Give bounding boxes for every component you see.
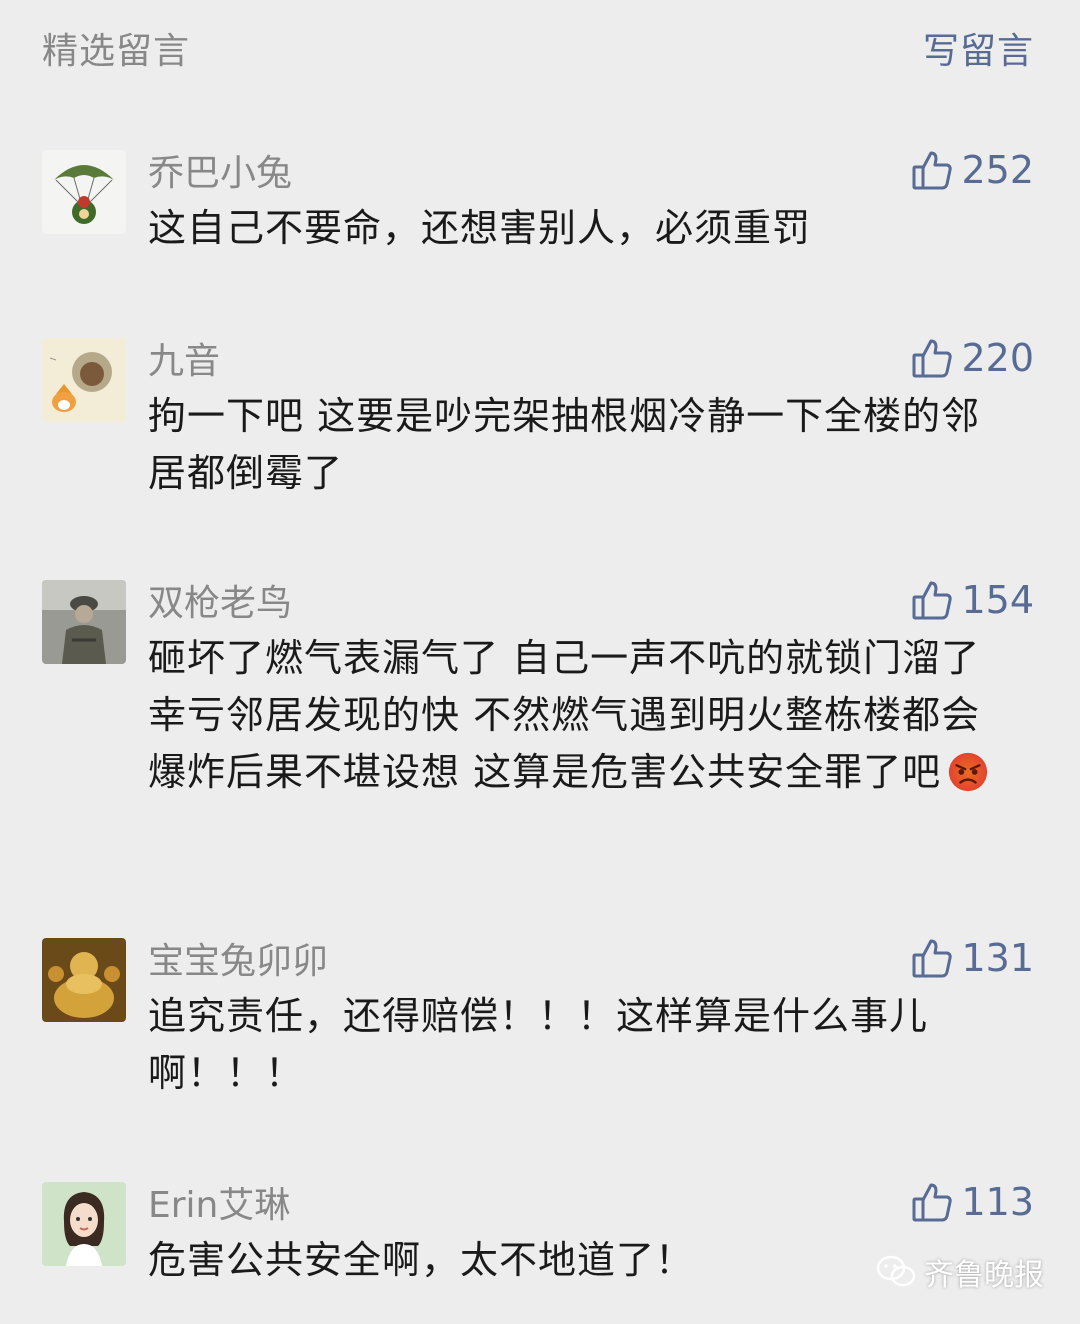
thumbs-up-icon xyxy=(912,339,953,378)
like-button[interactable]: 252 xyxy=(911,146,1034,194)
comments-header: 精选留言 写留言 xyxy=(0,0,1080,92)
commenter-name[interactable]: 九音 xyxy=(148,332,220,384)
watermark-text: 齐鲁晚报 xyxy=(924,1258,1044,1293)
write-comment-button[interactable]: 写留言 xyxy=(923,22,1034,74)
like-count: 154 xyxy=(961,578,1034,622)
comment-text: 这自己不要命，还想害别人，必须重罚 xyxy=(148,206,812,250)
thumbs-up-icon xyxy=(912,581,953,620)
commenter-name[interactable]: 宝宝兔卯卯 xyxy=(148,932,328,984)
parachute-avatar[interactable] xyxy=(42,150,126,234)
like-count: 113 xyxy=(961,1180,1034,1224)
comment-text: 砸坏了燃气表漏气了 自己一声不吭的就锁门溜了 幸亏邻居发现的快 不然燃气遇到明火… xyxy=(148,630,1008,801)
like-button[interactable]: 113 xyxy=(911,1178,1034,1226)
comment-text: 追究责任，还得赔偿！！！这样算是什么事儿啊！！！ xyxy=(148,994,929,1095)
like-button[interactable]: 131 xyxy=(911,934,1034,982)
section-title: 精选留言 xyxy=(42,31,191,72)
comment-text: 拘一下吧 这要是吵完架抽根烟冷静一下全楼的邻居都倒霉了 xyxy=(148,394,981,495)
commenter-name[interactable]: Erin艾琳 xyxy=(148,1176,290,1228)
thumbs-up-icon xyxy=(912,1183,953,1222)
commenter-name[interactable]: 乔巴小兔 xyxy=(148,144,292,196)
cartoon-fox-avatar[interactable] xyxy=(42,338,126,422)
thumbs-up-icon xyxy=(912,151,953,190)
commenter-name[interactable]: 双枪老鸟 xyxy=(148,574,292,626)
angry-face-icon xyxy=(949,752,988,792)
like-button[interactable]: 220 xyxy=(911,334,1034,382)
comment-text-body: 砸坏了燃气表漏气了 自己一声不吭的就锁门溜了 幸亏邻居发现的快 不然燃气遇到明火… xyxy=(148,636,981,794)
like-count: 131 xyxy=(961,936,1034,980)
thumbs-up-icon xyxy=(912,939,953,978)
wechat-icon xyxy=(876,1255,916,1287)
soldier-photo-avatar[interactable] xyxy=(42,580,126,664)
golden-buddha-avatar[interactable] xyxy=(42,938,126,1022)
like-button[interactable]: 154 xyxy=(911,576,1034,624)
like-count: 252 xyxy=(961,148,1034,192)
like-count: 220 xyxy=(961,336,1034,380)
source-watermark: 齐鲁晚报 xyxy=(876,1250,1044,1294)
girl-illustration-avatar[interactable] xyxy=(42,1182,126,1266)
